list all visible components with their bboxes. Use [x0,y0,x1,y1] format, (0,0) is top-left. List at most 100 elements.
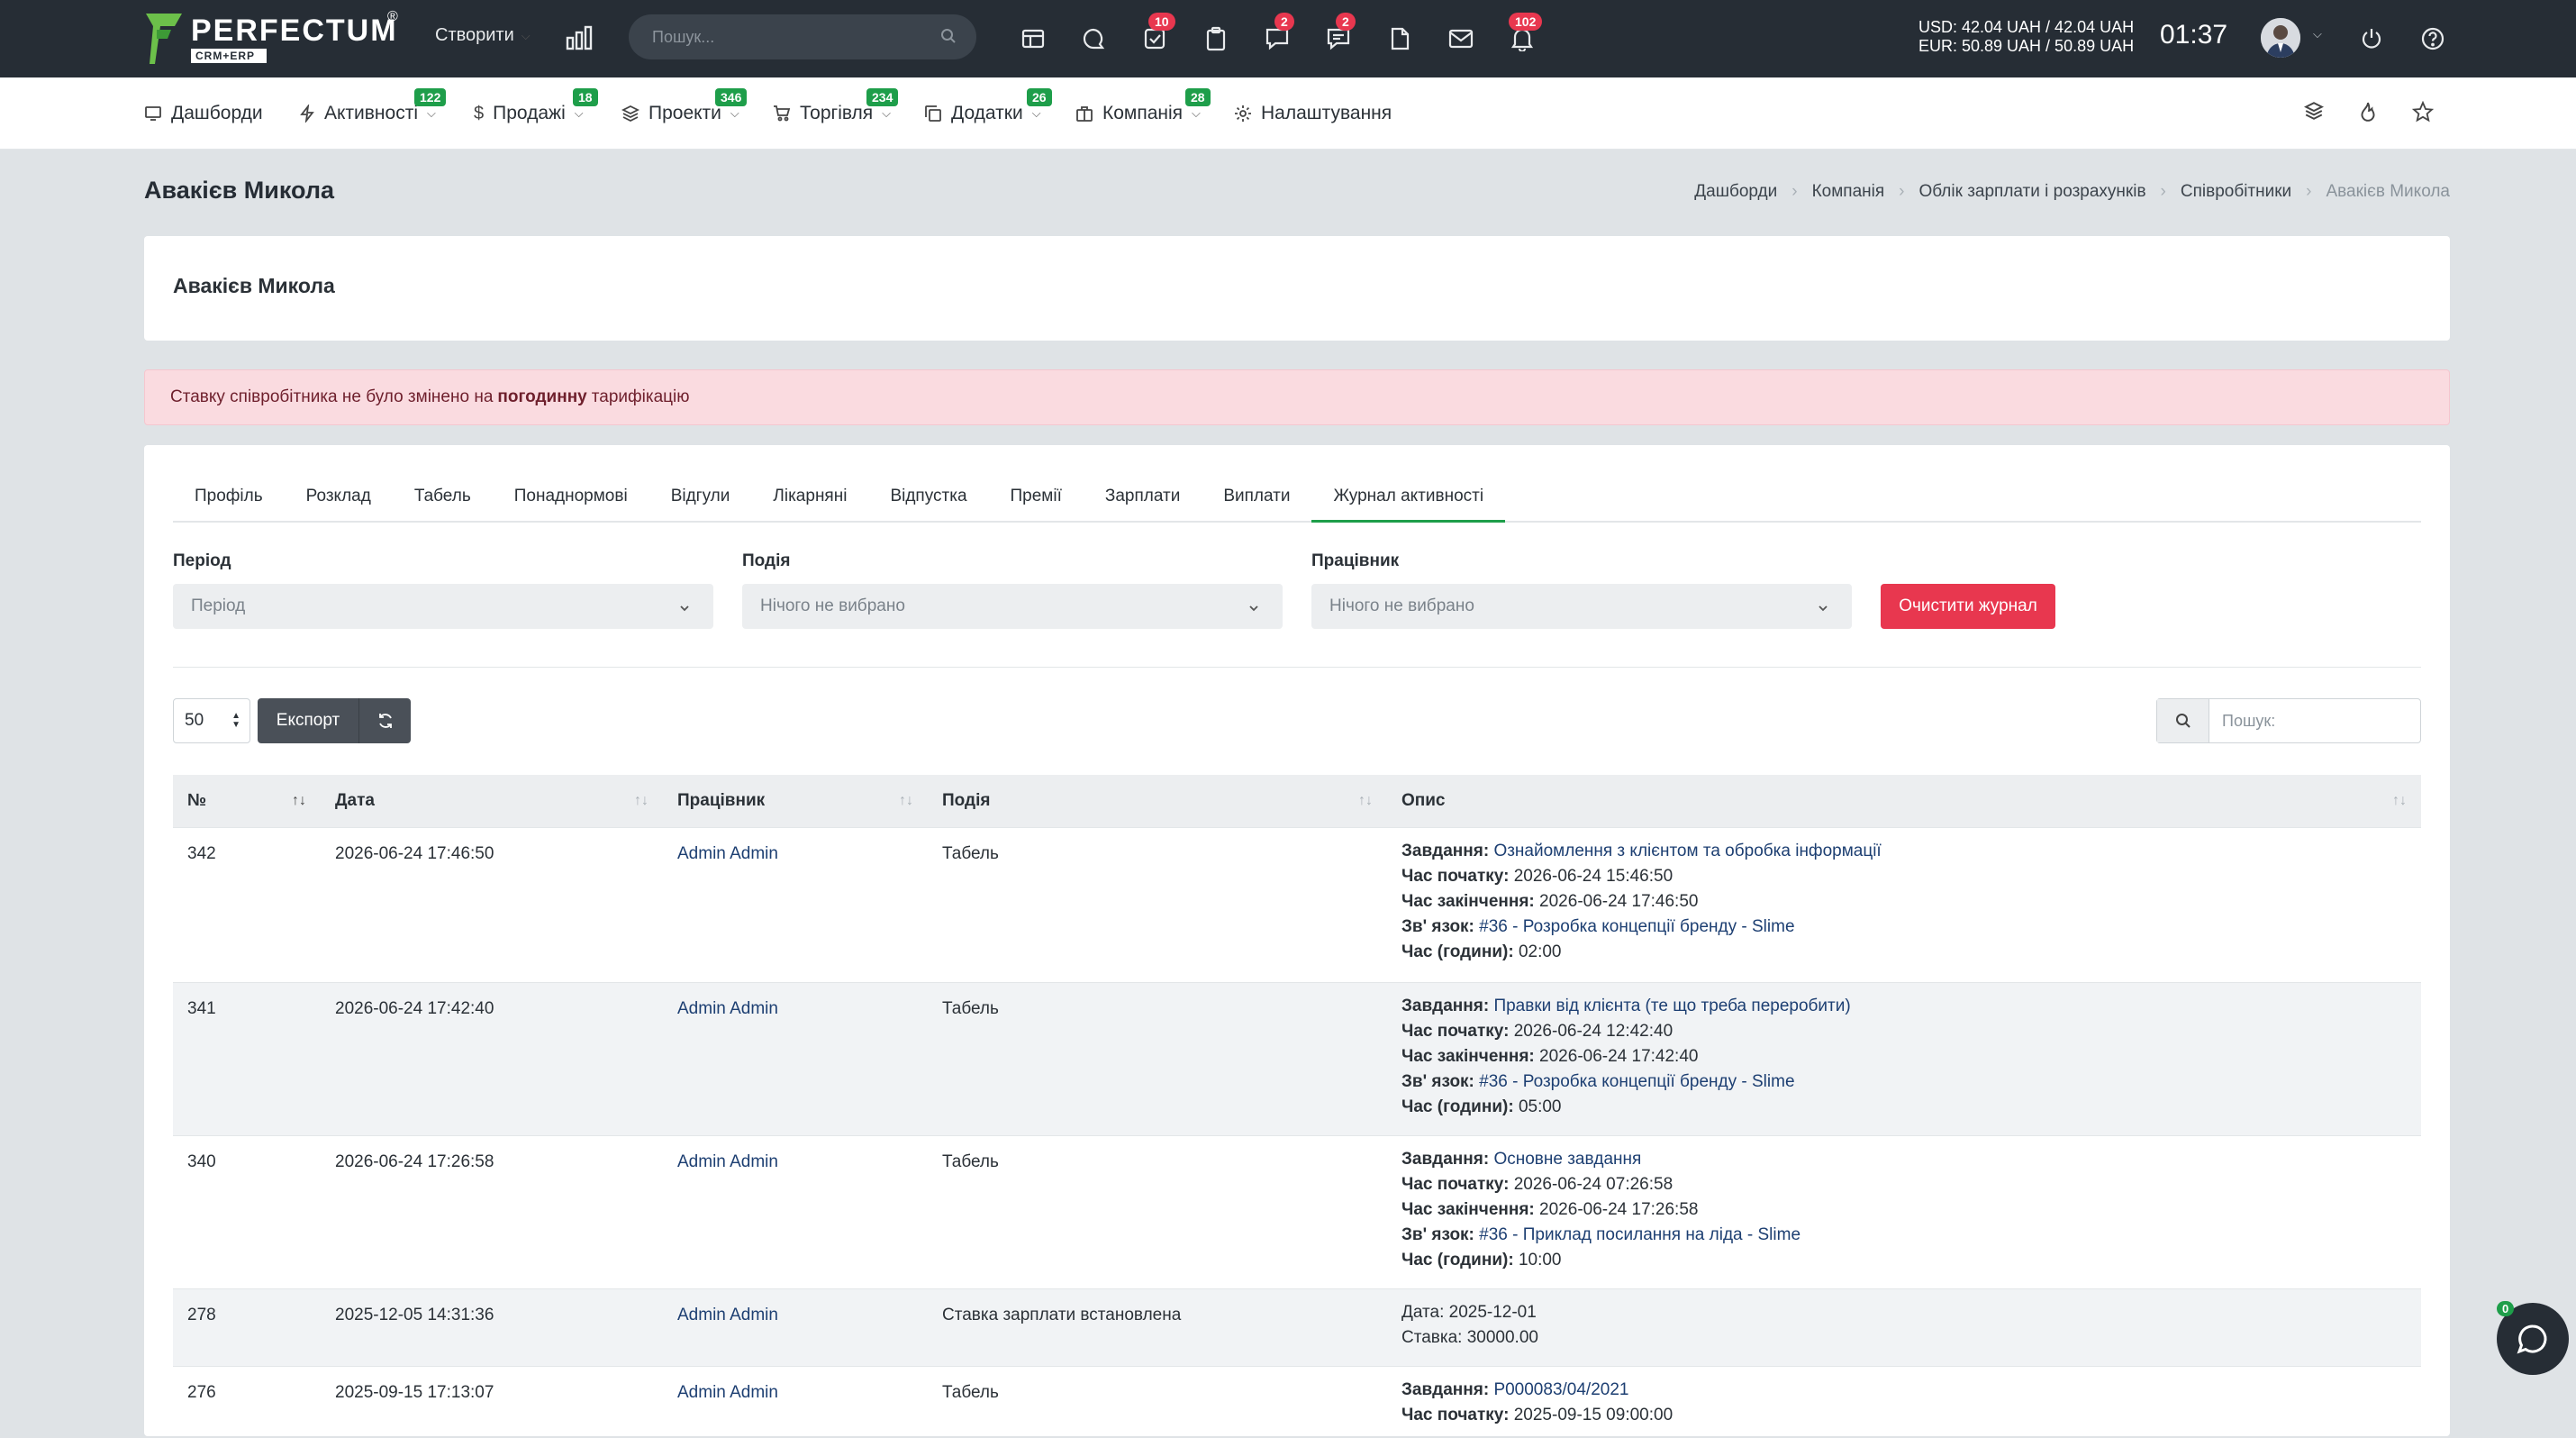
fire-icon[interactable] [2358,101,2378,128]
table-row: 340 2026-06-24 17:26:58 Admin Admin Табе… [173,1134,2421,1288]
chat-bubble-icon[interactable] [1078,23,1109,54]
desc-label: Час початку: [1401,866,1510,886]
refresh-button[interactable] [358,698,411,743]
chevron-down-icon: ⌵ [882,106,892,120]
cell-description: Завдання: Правки від клієнта (те що треб… [1387,981,2421,1135]
breadcrumb-item[interactable]: Компанія [1812,182,1885,202]
table-search-input[interactable] [2209,699,2417,742]
nav-activities[interactable]: Активності ⌵ 122 [299,88,447,124]
task-link[interactable]: Правки від клієнта (те що треба перероби… [1493,997,1850,1015]
table-row: 341 2026-06-24 17:42:40 Admin Admin Табе… [173,981,2421,1135]
cell-description: Завдання: Основне завдання Час початку: … [1387,1134,2421,1288]
nav-settings[interactable]: Налаштування [1234,103,1392,124]
tab-vacation[interactable]: Відпустка [868,472,988,521]
divider [173,667,2421,668]
star-icon[interactable] [2411,100,2435,128]
relation-link[interactable]: #36 - Приклад посилання на ліда - Slime [1479,1225,1800,1244]
clear-log-button[interactable]: Очистити журнал [1881,584,2055,629]
desc-value: Дата: 2025-12-01 [1401,1302,1537,1322]
calendar-table-icon[interactable] [1018,23,1048,54]
chevron-down-icon[interactable]: ⌵ [2313,27,2322,41]
bell-icon[interactable]: 102 [1507,13,1543,54]
nav-sales[interactable]: $ Продажі ⌵ 18 [474,88,598,124]
nav-trade[interactable]: Торгівля ⌵ 234 [773,88,899,124]
relation-link[interactable]: #36 - Розробка концепції бренду - Slime [1479,1072,1794,1091]
nav-badge: 234 [866,88,899,106]
tab-profile[interactable]: Профіль [173,472,285,521]
breadcrumb-item[interactable]: Облік зарплати і розрахунків [1918,182,2145,202]
tab-salaries[interactable]: Зарплати [1084,472,1202,521]
clipboard-icon[interactable] [1201,23,1231,54]
col-description[interactable]: Опис ↑↓ [1387,775,2421,827]
col-date[interactable]: Дата ↑↓ [321,775,663,827]
layers-icon[interactable] [2303,101,2325,126]
tab-overtime[interactable]: Понаднормові [493,472,649,521]
task-link[interactable]: Ознайомлення з клієнтом та обробка інфор… [1493,842,1881,860]
help-icon[interactable] [2417,23,2448,54]
create-menu-button[interactable]: Створити ⌵ [435,25,531,46]
tab-sick-leave[interactable]: Лікарняні [751,472,868,521]
relation-link[interactable]: #36 - Розробка концепції бренду - Slime [1479,917,1794,936]
page-size-select[interactable]: 50 ▲ ▼ [173,698,250,743]
chevron-down-icon [679,598,690,618]
event-select[interactable]: Нічого не вибрано [742,584,1283,629]
task-link[interactable]: P000083/04/2021 [1493,1380,1628,1399]
tab-payments[interactable]: Виплати [1202,472,1311,521]
desc-value: 10:00 [1518,1250,1562,1270]
task-link[interactable]: Основне завдання [1493,1150,1641,1169]
col-event-label: Подія [942,790,991,810]
event-label: Подія [742,551,791,570]
nav-projects[interactable]: Проекти ⌵ 346 [621,88,748,124]
chat-icon[interactable]: 2 [1262,13,1294,54]
global-search[interactable] [629,14,976,59]
tab-timesheet[interactable]: Табель [393,472,493,521]
avatar[interactable] [2261,18,2300,58]
global-search-input[interactable] [652,27,922,47]
period-select[interactable]: Період [173,584,713,629]
nav-label: Додатки [951,103,1023,123]
nav-dashboards[interactable]: Дашборди [144,103,263,124]
col-event[interactable]: Подія ↑↓ [928,775,1387,827]
desc-label: Зв' язок: [1401,1224,1474,1244]
nav-company[interactable]: Компанія ⌵ 28 [1075,88,1211,124]
worker-select[interactable]: Нічого не вибрано [1311,584,1852,629]
worker-link[interactable]: Admin Admin [677,1152,778,1171]
power-icon[interactable] [2356,23,2387,54]
briefcase-icon [1076,106,1093,122]
export-button[interactable]: Експорт [258,698,358,743]
worker-link[interactable]: Admin Admin [677,1306,778,1324]
nav-addons[interactable]: Додатки ⌵ 26 [924,88,1052,124]
worker-link[interactable]: Admin Admin [677,844,778,863]
tab-bonuses[interactable]: Премії [989,472,1084,521]
tasks-check-icon[interactable]: 10 [1139,13,1175,54]
messages-icon[interactable]: 2 [1323,13,1356,54]
tab-activity-log[interactable]: Журнал активності [1311,472,1506,523]
desc-label: Час закінчення: [1401,1046,1535,1066]
worker-link[interactable]: Admin Admin [677,1383,778,1402]
tab-time-off[interactable]: Відгули [649,472,752,521]
nav-label: Проекти [649,103,721,123]
brand-logo[interactable]: PERFECTUM CRM+ERP ® [144,9,398,67]
desc-value: 2026-06-24 12:42:40 [1513,1021,1673,1041]
cell-number: 341 [173,981,321,1135]
chevron-down-icon: ⌵ [730,106,739,120]
sort-arrows-icon: ▲ ▼ [231,711,240,730]
breadcrumb-item[interactable]: Співробітники [2181,182,2291,202]
worker-link[interactable]: Admin Admin [677,999,778,1018]
nav-label: Торгівля [800,103,874,123]
breadcrumb-item[interactable]: Дашборди [1694,182,1777,202]
table-search[interactable] [2156,698,2421,743]
create-label: Створити [435,25,514,45]
mail-icon[interactable] [1446,23,1476,54]
col-number[interactable]: № ↑↓ [173,775,321,827]
desc-label: Завдання: [1401,1379,1490,1399]
col-worker[interactable]: Працівник ↑↓ [663,775,928,827]
currency-rates: USD: 42.04 UAH / 42.04 UAH EUR: 50.89 UA… [1918,18,2134,56]
tab-schedule[interactable]: Розклад [285,472,393,521]
bar-chart-icon[interactable] [566,25,593,56]
sort-icon: ↑↓ [1358,793,1373,808]
desc-label: Зв' язок: [1401,1071,1474,1091]
document-icon[interactable] [1384,23,1415,54]
alert-text-before: Ставку співробітника не було змінено на [170,387,494,406]
monitor-icon [145,106,161,121]
